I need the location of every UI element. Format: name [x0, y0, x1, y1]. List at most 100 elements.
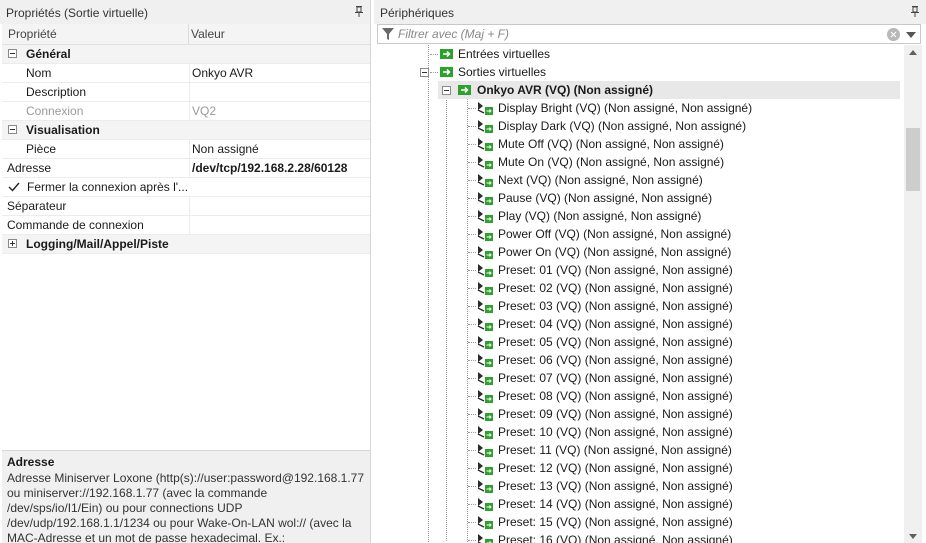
tree-node-label: Preset: 10 (VQ) (Non assigné, Non assign… — [498, 425, 733, 439]
property-row[interactable]: Adresse/dev/tcp/192.168.2.28/60128 — [2, 159, 370, 178]
property-checkbox-row[interactable]: Fermer la connexion après l'... — [2, 178, 370, 197]
tree-node-command[interactable]: Preset: 16 (VQ) (Non assigné, Non assign… — [474, 531, 894, 543]
command-output-icon — [477, 390, 493, 403]
property-name: Séparateur — [7, 199, 67, 213]
tree-node-command[interactable]: Display Dark (VQ) (Non assigné, Non assi… — [474, 117, 894, 135]
command-output-icon — [477, 318, 493, 331]
scroll-down-icon[interactable] — [909, 534, 917, 539]
command-output-icon — [477, 192, 493, 205]
tree-node-device[interactable]: Onkyo AVR (VQ) (Non assigné) — [438, 81, 900, 99]
clear-filter-icon[interactable] — [887, 28, 900, 41]
column-header-property[interactable]: Propriété — [8, 24, 57, 45]
property-name: Pièce — [26, 142, 57, 156]
command-output-icon — [477, 480, 493, 493]
tree-node-command[interactable]: Preset: 11 (VQ) (Non assigné, Non assign… — [474, 441, 894, 459]
chevron-down-icon[interactable] — [906, 32, 916, 38]
tree-node-command[interactable]: Preset: 01 (VQ) (Non assigné, Non assign… — [474, 261, 894, 279]
property-row[interactable]: Connexion VQ2 — [2, 102, 370, 121]
property-value[interactable]: Onkyo AVR — [189, 64, 370, 82]
tree-node-command[interactable]: Preset: 14 (VQ) (Non assigné, Non assign… — [474, 495, 894, 513]
property-row[interactable]: Nom Onkyo AVR — [2, 64, 370, 83]
tree-node-category[interactable]: Entrées virtuelles — [420, 45, 800, 63]
tree-node-label: Entrées virtuelles — [458, 47, 551, 61]
tree-node-command[interactable]: Pause (VQ) (Non assigné, Non assigné) — [474, 189, 894, 207]
tree-node-label: Preset: 09 (VQ) (Non assigné, Non assign… — [498, 407, 733, 421]
tree-node-command[interactable]: Mute Off (VQ) (Non assigné, Non assigné) — [474, 135, 894, 153]
tree-node-command[interactable]: Preset: 13 (VQ) (Non assigné, Non assign… — [474, 477, 894, 495]
property-row[interactable]: Commande de connexion — [2, 216, 370, 235]
virtual-output-icon — [458, 85, 471, 95]
scroll-up-icon[interactable] — [909, 50, 917, 55]
tree-node-command[interactable]: Preset: 15 (VQ) (Non assigné, Non assign… — [474, 513, 894, 531]
tree-node-command[interactable]: Display Bright (VQ) (Non assigné, Non as… — [474, 99, 894, 117]
tree-node-label: Preset: 08 (VQ) (Non assigné, Non assign… — [498, 389, 733, 403]
property-name: Nom — [26, 66, 52, 80]
command-output-icon — [477, 246, 493, 259]
tree-node-label: Display Dark (VQ) (Non assigné, Non assi… — [498, 119, 747, 133]
checkbox-label: Fermer la connexion après l'... — [27, 180, 189, 194]
filter-box — [377, 24, 921, 44]
tree-node-label: Mute On (VQ) (Non assigné, Non assigné) — [498, 155, 725, 169]
property-category[interactable]: Visualisation — [2, 121, 370, 140]
property-value[interactable] — [189, 197, 370, 215]
command-output-icon — [477, 516, 493, 529]
tree-node-command[interactable]: Mute On (VQ) (Non assigné, Non assigné) — [474, 153, 894, 171]
collapse-icon[interactable] — [420, 68, 429, 77]
property-category[interactable]: Logging/Mail/Appel/Piste — [2, 235, 370, 254]
properties-pane-title: Propriétés (Sortie virtuelle) — [0, 0, 370, 24]
command-output-icon — [477, 210, 493, 223]
tree-node-command[interactable]: Preset: 04 (VQ) (Non assigné, Non assign… — [474, 315, 894, 333]
tree-node-category[interactable]: Sorties virtuelles — [420, 63, 800, 81]
filter-input[interactable] — [398, 25, 868, 43]
tree-node-command[interactable]: Power On (VQ) (Non assigné, Non assigné) — [474, 243, 894, 261]
tree-node-command[interactable]: Preset: 10 (VQ) (Non assigné, Non assign… — [474, 423, 894, 441]
command-output-icon — [477, 534, 493, 543]
tree-node-label: Preset: 16 (VQ) (Non assigné, Non assign… — [498, 533, 733, 543]
tree-node-label: Display Bright (VQ) (Non assigné, Non as… — [498, 101, 753, 115]
tree-node-label: Preset: 11 (VQ) (Non assigné, Non assign… — [498, 443, 732, 457]
property-row[interactable]: Séparateur — [2, 197, 370, 216]
tree-node-command[interactable]: Play (VQ) (Non assigné, Non assigné) — [474, 207, 894, 225]
property-value[interactable]: VQ2 — [189, 102, 370, 120]
tree-node-label: Preset: 12 (VQ) (Non assigné, Non assign… — [498, 461, 733, 475]
property-name: Description — [26, 85, 87, 99]
category-label: Visualisation — [26, 123, 100, 137]
pin-icon[interactable] — [354, 6, 364, 18]
tree-node-label: Onkyo AVR (VQ) (Non assigné) — [477, 83, 654, 97]
property-row[interactable]: Description — [2, 83, 370, 102]
property-row[interactable]: Pièce Non assigné — [2, 140, 370, 159]
category-label: Général — [26, 47, 71, 61]
property-value[interactable] — [189, 216, 370, 234]
column-header-value[interactable]: Valeur — [191, 24, 225, 45]
tree-node-command[interactable]: Preset: 05 (VQ) (Non assigné, Non assign… — [474, 333, 894, 351]
tree-node-label: Preset: 13 (VQ) (Non assigné, Non assign… — [498, 479, 733, 493]
tree-node-command[interactable]: Preset: 06 (VQ) (Non assigné, Non assign… — [474, 351, 894, 369]
devices-pane-title: Périphériques — [374, 0, 926, 24]
tree-node-command[interactable]: Preset: 08 (VQ) (Non assigné, Non assign… — [474, 387, 894, 405]
property-value[interactable]: /dev/tcp/192.168.2.28/60128 — [189, 159, 370, 177]
tree-node-command[interactable]: Preset: 12 (VQ) (Non assigné, Non assign… — [474, 459, 894, 477]
tree-node-command[interactable]: Preset: 03 (VQ) (Non assigné, Non assign… — [474, 297, 894, 315]
collapse-icon[interactable] — [442, 86, 451, 95]
tree-node-label: Power On (VQ) (Non assigné, Non assigné) — [498, 245, 732, 259]
virtual-input-icon — [440, 49, 453, 59]
pin-icon[interactable] — [910, 6, 920, 18]
property-name: Commande de connexion — [7, 218, 144, 232]
tree-node-label: Next (VQ) (Non assigné, Non assigné) — [498, 173, 703, 187]
tree-node-command[interactable]: Preset: 09 (VQ) (Non assigné, Non assign… — [474, 405, 894, 423]
tree-node-command[interactable]: Preset: 07 (VQ) (Non assigné, Non assign… — [474, 369, 894, 387]
scrollbar-thumb[interactable] — [906, 128, 920, 191]
tree-node-command[interactable]: Power Off (VQ) (Non assigné, Non assigné… — [474, 225, 894, 243]
property-value[interactable] — [189, 83, 370, 101]
property-name: Connexion — [26, 104, 84, 118]
property-category[interactable]: Général — [2, 45, 370, 64]
tree-node-command[interactable]: Preset: 02 (VQ) (Non assigné, Non assign… — [474, 279, 894, 297]
tree-node-label: Preset: 02 (VQ) (Non assigné, Non assign… — [498, 281, 733, 295]
tree-scrollbar[interactable] — [904, 45, 922, 543]
property-name: Adresse — [7, 161, 52, 175]
tree-node-label: Preset: 04 (VQ) (Non assigné, Non assign… — [498, 317, 733, 331]
tree-node-command[interactable]: Next (VQ) (Non assigné, Non assigné) — [474, 171, 894, 189]
help-title: Adresse — [7, 455, 55, 469]
property-value[interactable]: Non assigné — [189, 140, 370, 158]
command-output-icon — [477, 498, 493, 511]
